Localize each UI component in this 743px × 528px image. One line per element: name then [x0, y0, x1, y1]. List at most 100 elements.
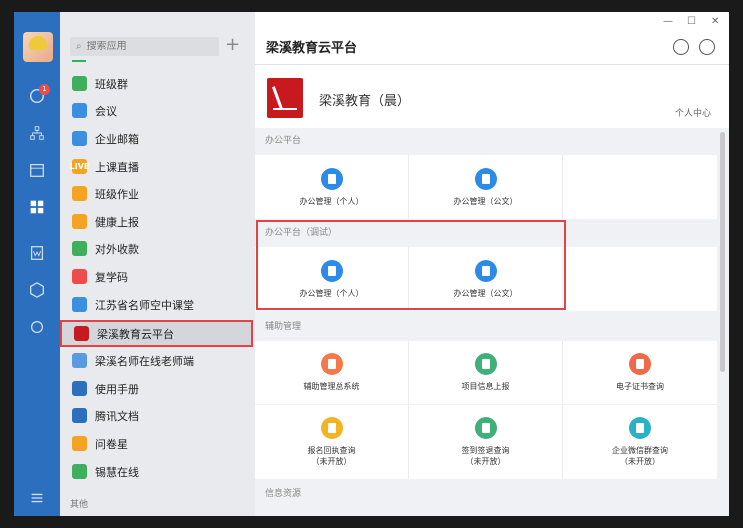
app-item-label: 班级作业	[95, 187, 139, 201]
app-tile-label: 办公管理（公文）	[453, 196, 518, 206]
app-item-label: 班级群	[95, 77, 128, 91]
app-item[interactable]: 问卷星	[60, 430, 255, 457]
app-list-panel: ⌕ + 班级群会议企业邮箱 LIVE 上课直播班级作业健康上报对外收款复学码江苏省名…	[60, 12, 255, 516]
app-grid: 报名回执查询 （未开放） 签到签退查询 （未开放） 企业微信群查询 （未开放）	[255, 405, 717, 479]
calendar-icon[interactable]	[26, 159, 48, 181]
platform-logo	[267, 78, 303, 118]
app-icon	[72, 464, 87, 479]
app-icon	[72, 269, 87, 284]
app-tile-label: 电子证书查询	[616, 382, 664, 391]
other-section-label: 其他	[70, 500, 89, 510]
app-item-label: 问卷星	[95, 437, 128, 451]
app-icon: LIVE	[70, 159, 89, 174]
search-box[interactable]: ⌕	[70, 37, 219, 56]
grid-cell[interactable]: 签到签退查询 （未开放）	[409, 405, 563, 479]
app-tile-label: 辅助管理总系统	[303, 382, 360, 391]
menu-icon[interactable]	[26, 487, 48, 509]
empty-cell	[563, 247, 717, 311]
app-tile-icon	[474, 417, 497, 439]
app-item[interactable]: 腾讯文档	[60, 402, 255, 429]
org-icon[interactable]	[26, 122, 48, 144]
compass-icon[interactable]	[699, 39, 715, 55]
app-item[interactable]: 班级群	[60, 70, 255, 97]
app-icon	[72, 297, 87, 312]
app-tile-sublabel: （未开放）	[311, 457, 352, 466]
close-button[interactable]: ✕	[711, 16, 719, 27]
app-item[interactable]: 使用手册	[60, 375, 255, 402]
app-tile-icon	[629, 353, 651, 375]
cloud-icon[interactable]	[26, 316, 48, 338]
app-grid: 办公管理（个人） 办公管理（公文）	[255, 155, 717, 219]
app-item[interactable]: 会议	[60, 97, 255, 124]
app-item[interactable]: 复学码	[60, 263, 255, 290]
page-title: 梁溪教育云平台	[266, 41, 358, 56]
app-tile-icon	[320, 353, 343, 375]
grid-cell[interactable]: 办公管理（个人）	[255, 155, 409, 219]
cube-icon[interactable]	[26, 279, 48, 301]
app-item-label: 梁溪名师在线老师端	[95, 354, 194, 368]
app-icon	[72, 241, 87, 256]
app-icon	[72, 186, 87, 201]
app-icon	[72, 76, 87, 91]
app-item[interactable]: 锡慧在线	[60, 458, 255, 485]
app-icon	[74, 326, 89, 341]
app-tile-icon	[320, 167, 343, 190]
app-tile-label: 报名回执查询	[307, 446, 356, 455]
section-header: 信息资源	[255, 481, 717, 508]
doc-icon[interactable]	[26, 242, 48, 264]
app-tile-label: 签到签退查询	[461, 446, 510, 455]
active-indicator	[72, 60, 86, 62]
app-icon	[72, 131, 87, 146]
left-rail: 1	[14, 12, 60, 516]
app-tile-label: 办公管理（个人）	[299, 196, 364, 206]
app-item-label: 锡慧在线	[95, 465, 139, 479]
app-item[interactable]: 梁溪教育云平台	[60, 320, 253, 347]
empty-cell	[563, 155, 717, 219]
minimize-button[interactable]: —	[663, 16, 673, 27]
search-icon: ⌕	[76, 41, 82, 52]
grid-cell[interactable]: 办公管理（公文）	[409, 155, 563, 219]
add-app-button[interactable]: +	[225, 34, 240, 56]
avatar[interactable]	[23, 32, 53, 62]
app-grid: 辅助管理总系统 项目信息上报 电子证书查询	[255, 341, 717, 404]
app-tile-icon	[320, 417, 343, 439]
grid-cell[interactable]: 报名回执查询 （未开放）	[255, 405, 409, 479]
section-header: 办公平台	[255, 128, 717, 155]
app-item[interactable]: 对外收款	[60, 235, 255, 262]
app-item-label: 会议	[95, 104, 117, 118]
app-item-label: 企业邮箱	[95, 132, 139, 146]
app-item-label: 使用手册	[95, 382, 139, 396]
app-item-label: 腾讯文档	[95, 409, 139, 423]
app-tile-sublabel: （未开放）	[620, 457, 660, 466]
app-item[interactable]: LIVE 上课直播	[60, 153, 255, 180]
highlight-box	[256, 220, 566, 310]
app-tile-icon	[474, 167, 497, 190]
app-item[interactable]: 江苏省名师空中课堂	[60, 291, 255, 318]
app-tile-label: 企业微信群查询	[612, 446, 668, 455]
app-item-label: 对外收款	[95, 242, 139, 256]
app-tile-icon	[629, 417, 651, 439]
grid-cell[interactable]: 辅助管理总系统	[255, 341, 409, 404]
app-item[interactable]: 健康上报	[60, 208, 255, 235]
app-item[interactable]: 梁溪名师在线老师端	[60, 347, 255, 374]
app-item-label: 复学码	[95, 270, 128, 284]
search-input[interactable]	[86, 41, 207, 52]
platform-name: 梁溪教育（晨）	[319, 94, 411, 109]
app-item[interactable]: 企业邮箱	[60, 125, 255, 152]
app-icon	[72, 408, 87, 423]
grid-cell[interactable]: 项目信息上报	[409, 341, 563, 404]
personal-center-link[interactable]: 个人中心	[675, 106, 711, 119]
app-item[interactable]: 班级作业	[60, 180, 255, 207]
maximize-button[interactable]: ☐	[687, 16, 696, 27]
scrollbar[interactable]	[720, 132, 725, 372]
app-icon	[72, 381, 87, 396]
grid-cell[interactable]: 电子证书查询	[563, 341, 717, 404]
platform-banner: 梁溪教育（晨） 个人中心	[261, 70, 717, 128]
refresh-icon[interactable]	[673, 39, 689, 55]
apps-icon[interactable]	[26, 196, 48, 218]
app-item-label: 上课直播	[95, 160, 139, 174]
app-icon	[72, 103, 87, 118]
app-tile-icon	[474, 353, 497, 375]
app-tile-sublabel: （未开放）	[465, 457, 506, 466]
grid-cell[interactable]: 企业微信群查询 （未开放）	[563, 405, 717, 479]
